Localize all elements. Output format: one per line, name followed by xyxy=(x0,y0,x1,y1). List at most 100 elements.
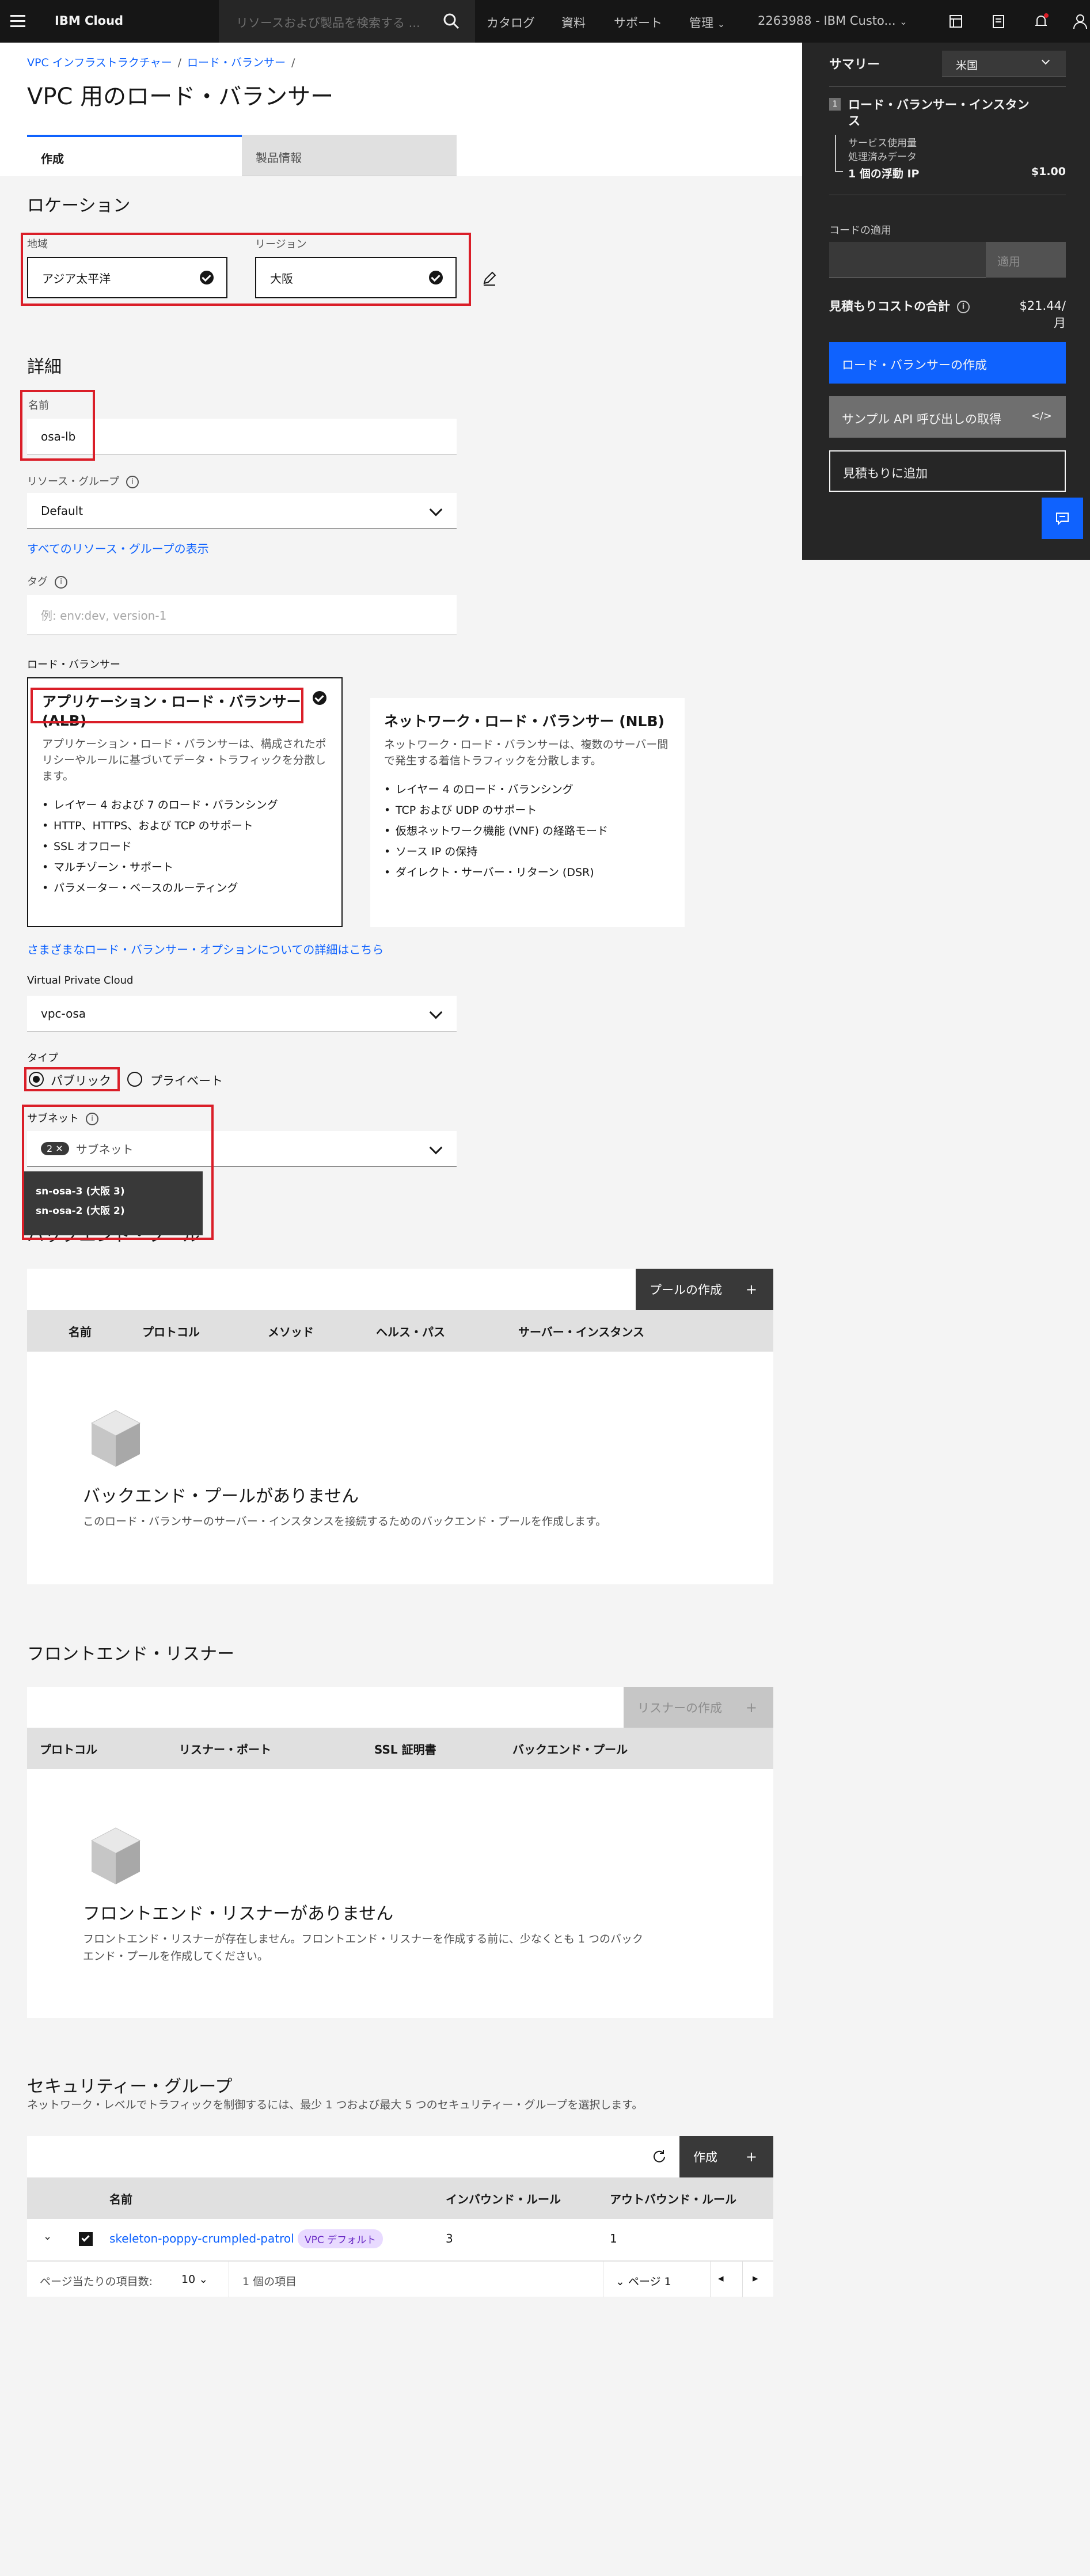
tags-label-text: タグ xyxy=(27,576,48,588)
add-estimate-button[interactable]: 見積もりに追加 xyxy=(829,450,1066,492)
create-listener-button[interactable]: リスナーの作成 + xyxy=(624,1687,773,1728)
highlight-type xyxy=(24,1067,120,1091)
summary-title: サマリー xyxy=(829,58,880,72)
nlb-feature: レイヤー 4 のロード・バランシング xyxy=(384,779,671,800)
code-label: コードの適用 xyxy=(829,225,891,237)
floating-ip-price: $1.00 xyxy=(1031,165,1066,178)
chat-button[interactable] xyxy=(1042,498,1083,539)
resource-group-label: リソース・グループ i xyxy=(27,473,139,488)
summary-region-value: 米国 xyxy=(956,59,978,72)
user-avatar-icon[interactable] xyxy=(1070,12,1090,31)
chevron-down-icon xyxy=(429,1006,443,1019)
tags-label: タグ i xyxy=(27,574,67,589)
summary-item-badge: 1 xyxy=(829,98,841,111)
notification-icon[interactable] xyxy=(1031,12,1051,31)
nlb-feature: TCP および UDP のサポート xyxy=(384,800,671,821)
breadcrumb-vpc[interactable]: VPC インフラストラクチャー xyxy=(27,56,172,69)
edit-icon[interactable] xyxy=(481,270,498,287)
nlb-feature: ダイレクト・サーバー・リターン (DSR) xyxy=(384,862,671,883)
highlight-name xyxy=(20,390,95,461)
vpc-value: vpc-osa xyxy=(41,1006,86,1020)
breadcrumb-lb[interactable]: ロード・バランサー xyxy=(187,56,286,69)
create-lb-button[interactable]: ロード・バランサーの作成 xyxy=(829,342,1066,384)
alb-feature: SSL オフロード xyxy=(42,836,328,857)
sample-api-label: サンプル API 呼び出しの取得 xyxy=(842,412,1001,426)
col-protocol: プロトコル xyxy=(40,1743,97,1756)
create-security-label: 作成 xyxy=(693,2150,717,2164)
vpc-default-tag: VPC デフォルト xyxy=(298,2229,383,2248)
col-ssl-cert: SSL 証明書 xyxy=(374,1743,436,1756)
empty-cube-icon xyxy=(90,1827,141,1884)
all-resource-groups-link[interactable]: すべてのリソース・グループの表示 xyxy=(27,540,209,556)
per-page-select[interactable]: 10 ⌄ xyxy=(181,2273,208,2286)
radio-private-label: プライベート xyxy=(150,1074,223,1088)
add-icon: + xyxy=(745,1281,757,1298)
sample-api-button[interactable]: サンプル API 呼び出しの取得 </> xyxy=(829,396,1066,438)
tags-input[interactable]: 例: env:dev, version-1 xyxy=(27,595,457,635)
calendar-icon[interactable] xyxy=(989,12,1008,31)
search-icon[interactable] xyxy=(443,13,460,30)
listeners-table-header: プロトコル リスナー・ポート SSL 証明書 バックエンド・プール xyxy=(27,1728,773,1769)
vpc-select[interactable]: vpc-osa xyxy=(27,996,457,1031)
chat-icon xyxy=(1056,513,1069,526)
nav-manage-label: 管理 xyxy=(689,16,713,30)
chevron-down-icon[interactable]: ⌄ xyxy=(43,2230,52,2243)
alb-feature: レイヤー 4 および 7 のロード・バランシング xyxy=(42,795,328,815)
total-label-text: 見積もりコストの合計 xyxy=(829,299,950,313)
pools-empty-state: バックエンド・プールがありません このロード・バランサーのサーバー・インスタンス… xyxy=(27,1352,773,1584)
create-pool-button[interactable]: プールの作成 + xyxy=(636,1269,773,1310)
pools-empty-desc: このロード・バランサーのサーバー・インスタンスを接続するためのバックエンド・プー… xyxy=(83,1515,607,1528)
nlb-tile[interactable]: ネットワーク・ロード・バランサー (NLB) ネットワーク・ロード・バランサーは… xyxy=(370,698,685,927)
row-checkbox[interactable] xyxy=(79,2232,93,2246)
search-placeholder: リソースおよび製品を検索する ... xyxy=(236,16,420,30)
page-value: ページ 1 xyxy=(628,2275,671,2288)
alb-feature: HTTP、HTTPS、および TCP のサポート xyxy=(42,815,328,836)
summary-item-title: ロード・バランサー・インスタンス xyxy=(848,98,1030,128)
summary-region-select[interactable]: 米国 xyxy=(942,51,1066,77)
lb-options-link[interactable]: さまざまなロード・バランサー・オプションについての詳細はこちら xyxy=(27,940,383,957)
alb-feature: パラメーター・ベースのルーティング xyxy=(42,878,328,898)
next-page-icon[interactable]: ▸ xyxy=(753,2272,758,2285)
info-icon[interactable]: i xyxy=(126,476,139,488)
tab-create[interactable]: 作成 xyxy=(27,135,242,176)
summary-panel: サマリー 米国 1 ロード・バランサー・インスタンス サービス使用量 処理済みデ… xyxy=(802,43,1090,560)
account-switcher[interactable]: 2263988 - IBM Custo... ⌄ xyxy=(758,14,907,28)
refresh-icon[interactable] xyxy=(651,2148,668,2165)
page-select[interactable]: ⌄ ページ 1 xyxy=(616,2273,671,2289)
resource-group-select[interactable]: Default xyxy=(27,493,457,529)
resource-group-label-text: リソース・グループ xyxy=(27,476,120,488)
nav-manage[interactable]: 管理 ⌄ xyxy=(689,14,725,31)
total-label: 見積もりコストの合計 i xyxy=(829,297,970,314)
total-price: $21.44/ xyxy=(1019,299,1066,313)
info-icon[interactable]: i xyxy=(957,301,970,313)
create-security-button[interactable]: 作成 + xyxy=(679,2136,773,2177)
info-icon[interactable]: i xyxy=(55,576,67,589)
search-input[interactable]: リソースおよび製品を検索する ... xyxy=(219,0,475,43)
nlb-desc: ネットワーク・ロード・バランサーは、複数のサーバー間で発生する着信トラフィックを… xyxy=(384,738,669,767)
chevron-down-icon: ⌄ xyxy=(899,16,907,27)
table-row[interactable]: ⌄ skeleton-poppy-crumpled-patrol VPC デフォ… xyxy=(27,2219,773,2260)
col-name: 名前 xyxy=(109,2192,132,2206)
nav-catalog[interactable]: カタログ xyxy=(487,14,535,31)
tab-product-info[interactable]: 製品情報 xyxy=(242,135,457,176)
add-icon: + xyxy=(745,1699,757,1716)
nav-docs[interactable]: 資料 xyxy=(561,14,586,31)
nav-support[interactable]: サポート xyxy=(614,14,662,31)
cost-estimator-icon[interactable] xyxy=(946,12,966,31)
alb-features: レイヤー 4 および 7 のロード・バランシング HTTP、HTTPS、および … xyxy=(42,795,328,898)
security-table-header: 名前 インバウンド・ルール アウトバウンド・ルール xyxy=(27,2177,773,2219)
radio-private[interactable] xyxy=(127,1072,142,1087)
type-label: タイプ xyxy=(27,1052,58,1064)
code-input[interactable] xyxy=(829,242,986,278)
prev-page-icon[interactable]: ◂ xyxy=(718,2272,724,2285)
inbound-count: 3 xyxy=(446,2232,453,2245)
col-health-path: ヘルス・パス xyxy=(376,1325,445,1339)
apply-button[interactable]: 適用 xyxy=(986,242,1066,278)
pools-table-header: 名前 プロトコル メソッド ヘルス・パス サーバー・インスタンス xyxy=(27,1310,773,1352)
brand-logo[interactable]: IBM Cloud xyxy=(55,14,123,28)
security-group-link[interactable]: skeleton-poppy-crumpled-patrol xyxy=(109,2232,294,2245)
lb-type-label: ロード・バランサー xyxy=(27,659,120,671)
nlb-features: レイヤー 4 のロード・バランシング TCP および UDP のサポート 仮想ネ… xyxy=(384,779,671,883)
highlight-subnet xyxy=(22,1105,214,1240)
menu-icon[interactable] xyxy=(8,14,28,29)
